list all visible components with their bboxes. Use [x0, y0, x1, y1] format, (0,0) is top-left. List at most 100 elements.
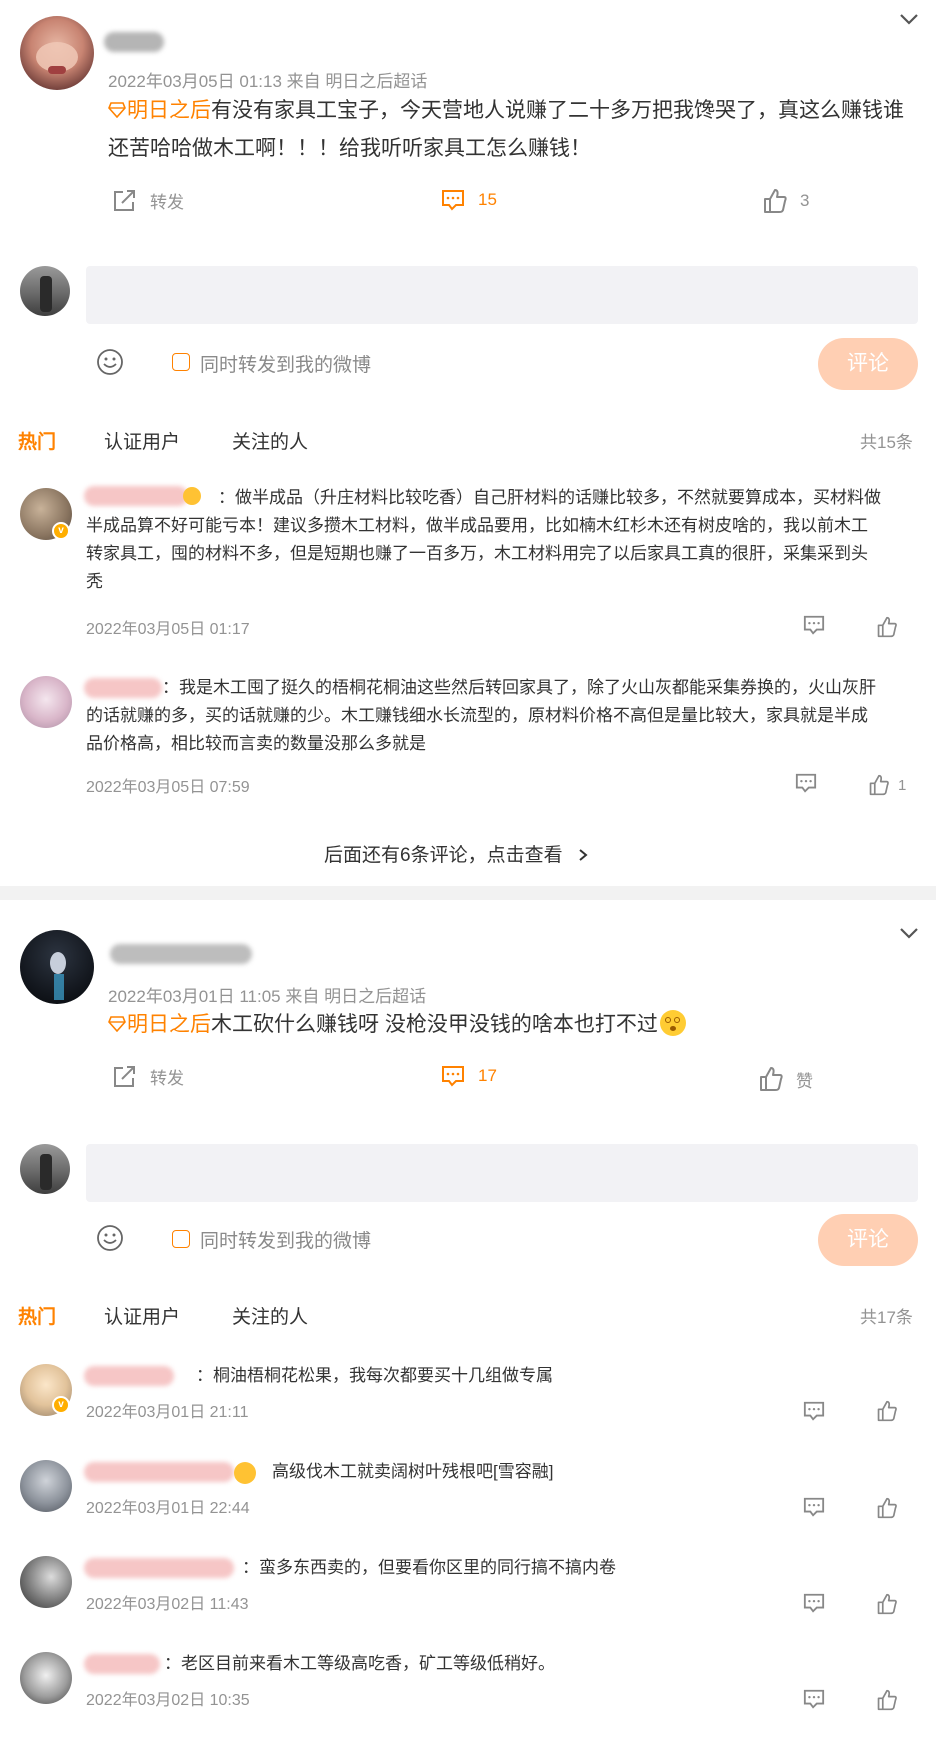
comment-line2: 半成品算不好可能亏本！建议多攒木工材料，做半成品要用，比如楠木红杉木还有树皮啥的… [86, 516, 868, 535]
avatar[interactable] [20, 930, 94, 1004]
topic-tag-label: 明日之后 [127, 99, 211, 122]
comment-avatar[interactable] [20, 676, 72, 728]
shocked-emoji-icon [659, 1010, 686, 1036]
comment-time: 2022年03月02日 10:35 [86, 1692, 250, 1709]
comment-text: ：做半成品（升庄材料比较吃香）自己肝材料的话赚比较多，不然就要算成本，买材料做 … [86, 484, 922, 596]
post-text-line1: 有没有家具工宝子，今天营地人说赚了二十多万把我馋哭了，真这么赚钱谁 [211, 99, 904, 122]
comment-like-count: 1 [898, 777, 907, 794]
my-avatar [20, 1144, 70, 1194]
comment-avatar[interactable] [20, 1652, 72, 1704]
comment-line1: ：做半成品（升庄材料比较吃香）自己肝材料的话赚比较多，不然就要算成本，买材料做 [218, 488, 881, 507]
comment-username-blurred[interactable] [84, 1654, 160, 1674]
comment-time: 2022年03月05日 01:17 [86, 621, 250, 638]
comment-toggle-button[interactable]: 15 [440, 188, 497, 212]
comment-total: 共17条 [860, 1308, 913, 1327]
verified-badge-icon: v [52, 1396, 70, 1414]
like-icon[interactable] [868, 774, 890, 796]
emoji-face-icon [234, 1462, 256, 1484]
tab-verified[interactable]: 认证用户 [104, 1302, 180, 1329]
sync-repost-checkbox[interactable] [172, 1230, 190, 1248]
gem-icon [108, 1016, 126, 1033]
sync-repost-label: 同时转发到我的微博 [200, 355, 372, 376]
like-button[interactable]: 赞 [758, 1066, 813, 1092]
comment-text: ：我是木工囤了挺久的梧桐花桐油这些然后转回家具了，除了火山灰都能采集券换的，火山… [86, 674, 922, 758]
submit-comment-button[interactable]: 评论 [818, 338, 918, 390]
comment-icon[interactable] [802, 1496, 826, 1518]
post-divider [0, 886, 936, 900]
repost-label: 转发 [150, 193, 184, 212]
chevron-down-icon[interactable] [898, 924, 920, 942]
my-avatar [20, 266, 70, 316]
comment-input[interactable] [86, 266, 918, 324]
repost-icon [114, 189, 135, 211]
post-content: 明日之后有没有家具工宝子，今天营地人说赚了二十多万把我馋哭了，真这么赚钱谁 还苦… [108, 92, 920, 168]
comment-toggle-button[interactable]: 17 [440, 1064, 497, 1088]
like-count: 3 [800, 191, 810, 210]
tab-hot[interactable]: 热门 [18, 427, 56, 454]
comment-icon[interactable] [802, 1400, 826, 1422]
tab-hot[interactable]: 热门 [18, 1302, 56, 1329]
repost-button[interactable]: 转发 [112, 1064, 184, 1089]
like-icon [764, 189, 787, 213]
comment-count: 15 [478, 190, 497, 209]
emoji-icon[interactable] [96, 1224, 124, 1252]
like-label: 赞 [796, 1071, 813, 1091]
comment-icon[interactable] [802, 614, 826, 636]
like-icon [760, 1067, 783, 1091]
repost-label: 转发 [150, 1069, 184, 1088]
topic-tag-label: 明日之后 [127, 1013, 211, 1036]
topic-tag[interactable]: 明日之后 [108, 1013, 211, 1036]
post-1: 2022年03月05日 01:13 来自 明日之后超话 明日之后有没有家具工宝子… [0, 0, 936, 800]
post-time-source: 2022年03月01日 11:05 来自 明日之后超话 [108, 987, 427, 1006]
post-time-source: 2022年03月05日 01:13 来自 明日之后超话 [108, 72, 428, 91]
comment-text: ：桐油梧桐花松果，我每次都要买十几组做专属 [86, 1362, 922, 1390]
sync-repost-checkbox[interactable] [172, 353, 190, 371]
post-content: 明日之后木工砍什么赚钱呀 没枪没甲没钱的啥本也打不过 [108, 1006, 920, 1044]
tab-verified[interactable]: 认证用户 [104, 427, 180, 454]
tab-following[interactable]: 关注的人 [232, 1302, 308, 1329]
like-icon[interactable] [876, 1497, 898, 1519]
chevron-right-icon [579, 849, 588, 861]
comment-line3: 转家具工，囤的材料不多，但是短期也赚了一百多万，木工材料用完了以后家具工真的很肝… [86, 544, 868, 563]
topic-tag[interactable]: 明日之后 [108, 99, 211, 122]
repost-button[interactable]: 转发 [112, 188, 184, 213]
like-icon[interactable] [876, 1689, 898, 1711]
chevron-down-icon[interactable] [898, 10, 920, 28]
comment-input[interactable] [86, 1144, 918, 1202]
like-button[interactable]: 3 [762, 188, 809, 214]
comment-avatar[interactable] [20, 1460, 72, 1512]
comment-line2: 的话就赚的多，买的话就赚的少。木工赚钱细水长流型的，原材料价格不高但是量比较大，… [86, 706, 868, 725]
comment-avatar[interactable] [20, 1556, 72, 1608]
comment-line1: ：蛮多东西卖的，但要看你区里的同行搞不搞内卷 [242, 1558, 616, 1577]
tab-following[interactable]: 关注的人 [232, 427, 308, 454]
post-text-line1: 木工砍什么赚钱呀 没枪没甲没钱的啥本也打不过 [211, 1013, 658, 1036]
comment-icon[interactable] [802, 1592, 826, 1614]
comment-username-blurred[interactable] [84, 1366, 174, 1386]
like-icon[interactable] [876, 1400, 898, 1422]
comment-line1: ：我是木工囤了挺久的梧桐花桐油这些然后转回家具了，除了火山灰都能采集券换的，火山… [162, 678, 876, 697]
comment-avatar[interactable] [20, 1364, 72, 1416]
comment-total: 共15条 [860, 433, 913, 452]
username-blurred[interactable] [110, 944, 252, 964]
like-icon[interactable] [876, 1593, 898, 1615]
comment-time: 2022年03月01日 22:44 [86, 1500, 250, 1517]
comment-time: 2022年03月02日 11:43 [86, 1596, 249, 1613]
emoji-icon[interactable] [96, 348, 124, 376]
comment-icon[interactable] [794, 772, 818, 794]
comment-username-blurred[interactable] [84, 1558, 234, 1578]
more-comments-link[interactable]: 后面还有6条评论，点击查看 [324, 840, 590, 867]
like-icon[interactable] [876, 616, 898, 638]
username-blurred[interactable] [104, 32, 164, 52]
verified-badge-icon: v [52, 522, 70, 540]
comment-text: ：蛮多东西卖的，但要看你区里的同行搞不搞内卷 [86, 1554, 922, 1582]
comment-text: 高级伐木工就卖阔树叶残根吧[雪容融] [86, 1458, 922, 1486]
comment-count: 17 [478, 1066, 497, 1085]
comment-icon[interactable] [802, 1688, 826, 1710]
gem-icon [108, 102, 126, 119]
avatar[interactable] [20, 16, 94, 90]
comment-icon [442, 190, 464, 211]
comment-username-blurred[interactable] [84, 1462, 234, 1482]
submit-comment-button[interactable]: 评论 [818, 1214, 918, 1266]
comment-line1: 高级伐木工就卖阔树叶残根吧[雪容融] [272, 1462, 554, 1481]
sync-repost-label: 同时转发到我的微博 [200, 1231, 372, 1252]
